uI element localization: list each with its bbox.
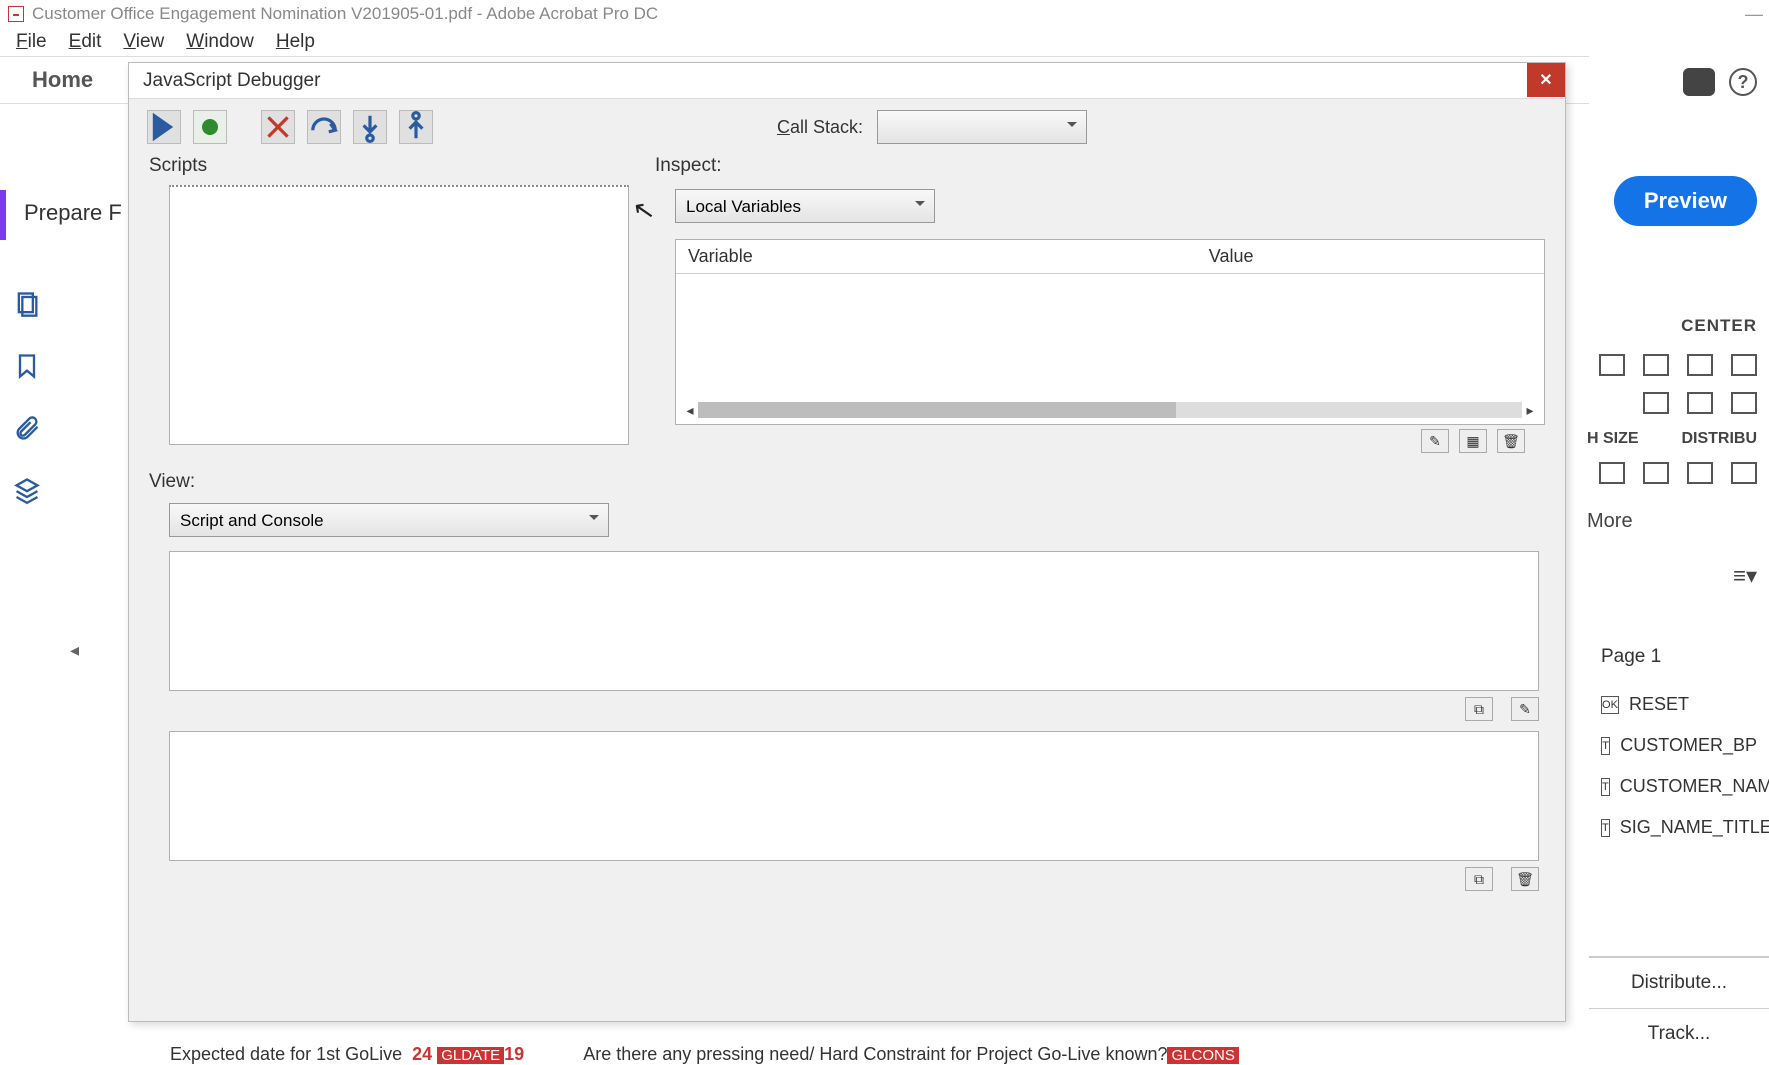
size-icon-2[interactable]: [1643, 462, 1669, 484]
pages-icon[interactable]: [13, 290, 41, 318]
window-controls: —: [1745, 4, 1763, 25]
field-item-sig-name[interactable]: TSIG_NAME_TITLE: [1601, 807, 1757, 848]
align-icon-5[interactable]: [1643, 392, 1669, 414]
bookmark-icon[interactable]: [13, 352, 41, 380]
active-tool-indicator: [0, 190, 6, 240]
field-type-icon: T: [1601, 737, 1610, 755]
scripts-tree[interactable]: [169, 185, 629, 445]
step-out-icon[interactable]: [399, 110, 433, 144]
menubar: File Edit View Window Help: [0, 28, 1769, 56]
minimize-button[interactable]: —: [1745, 4, 1763, 25]
size-icon-1[interactable]: [1599, 462, 1625, 484]
menu-file[interactable]: File: [6, 29, 57, 55]
table-hscrollbar[interactable]: ◂ ▸: [682, 400, 1538, 420]
inspect-label: Inspect:: [655, 155, 1545, 177]
close-button[interactable]: ✕: [1527, 63, 1565, 97]
sort-icon[interactable]: ≡▾: [1587, 563, 1757, 589]
align-panel: CENTER H SIZE DISTRIBU More ≡▾: [1587, 316, 1757, 589]
track-button[interactable]: Track...: [1589, 1008, 1769, 1059]
copy-output-icon[interactable]: ⧉: [1465, 697, 1493, 721]
copy-console-icon[interactable]: ⧉: [1465, 867, 1493, 891]
field-type-icon: T: [1601, 819, 1610, 837]
clear-console-icon[interactable]: 🗑: [1511, 867, 1539, 891]
center-label: CENTER: [1587, 316, 1757, 336]
help-icon[interactable]: ?: [1729, 68, 1757, 96]
field-type-icon: T: [1601, 778, 1610, 796]
view-label: View:: [149, 471, 1545, 493]
align-icon-1[interactable]: [1599, 354, 1625, 376]
call-stack-dropdown[interactable]: [877, 110, 1087, 144]
collapse-left-icon[interactable]: ◂: [70, 640, 79, 661]
inspect-scope-dropdown[interactable]: Local Variables: [675, 189, 935, 223]
fields-page-header: Page 1: [1601, 646, 1757, 668]
size-icon-4[interactable]: [1731, 462, 1757, 484]
value-column-header: Value: [1197, 246, 1266, 267]
variable-column-header: Variable: [676, 246, 1197, 267]
dialog-title: JavaScript Debugger: [129, 63, 1565, 99]
field-item-reset[interactable]: OKRESET: [1601, 684, 1757, 725]
window-title: Customer Office Engagement Nomination V2…: [32, 4, 658, 24]
menu-window[interactable]: Window: [176, 29, 264, 55]
stop-icon[interactable]: [261, 110, 295, 144]
more-link[interactable]: More: [1587, 510, 1757, 533]
debugger-toolbar: Call Stack:: [129, 99, 1565, 155]
new-variable-icon[interactable]: ▦: [1459, 429, 1487, 453]
field-item-customer-bp[interactable]: TCUSTOMER_BP: [1601, 725, 1757, 766]
home-tab[interactable]: Home: [14, 59, 111, 101]
menu-view[interactable]: View: [113, 29, 174, 55]
scripts-label: Scripts: [149, 155, 629, 177]
layers-icon[interactable]: [13, 476, 41, 504]
field-item-customer-name[interactable]: TCUSTOMER_NAME: [1601, 766, 1757, 807]
resume-icon[interactable]: [147, 110, 181, 144]
field-type-icon: OK: [1601, 696, 1619, 714]
hsize-label: H SIZE: [1587, 430, 1639, 448]
attachment-icon[interactable]: [13, 414, 41, 442]
right-bottom-buttons: Distribute... Track...: [1589, 956, 1769, 1059]
menu-help[interactable]: Help: [266, 29, 325, 55]
menu-edit[interactable]: Edit: [59, 29, 112, 55]
app-icon: [8, 6, 24, 22]
edit-variable-icon[interactable]: ✎: [1421, 429, 1449, 453]
size-icon-3[interactable]: [1687, 462, 1713, 484]
javascript-debugger-dialog: JavaScript Debugger ✕ Call Stack: ↖ Scri…: [128, 62, 1566, 1022]
delete-variable-icon[interactable]: 🗑: [1497, 429, 1525, 453]
prepare-form-label[interactable]: Prepare F: [24, 200, 122, 226]
variables-table[interactable]: Variable Value ◂ ▸: [675, 239, 1545, 425]
step-over-icon[interactable]: [307, 110, 341, 144]
call-stack-label: Call Stack:: [777, 117, 863, 138]
distribute-button[interactable]: Distribute...: [1589, 957, 1769, 1008]
preview-button[interactable]: Preview: [1614, 176, 1757, 226]
document-peek: Expected date for 1st GoLive 24 GLDATE19…: [170, 1044, 1239, 1065]
breakpoint-icon[interactable]: [193, 110, 227, 144]
edit-output-icon[interactable]: ✎: [1511, 697, 1539, 721]
align-icon-6[interactable]: [1687, 392, 1713, 414]
script-output-box[interactable]: [169, 551, 1539, 691]
distribu-label: DISTRIBU: [1681, 430, 1757, 448]
comments-icon[interactable]: [1683, 68, 1715, 96]
align-icon-2[interactable]: [1643, 354, 1669, 376]
align-icon-4[interactable]: [1731, 354, 1757, 376]
right-panel: ? Preview CENTER H SIZE DISTRIBU More ≡▾: [1589, 56, 1769, 1059]
align-icon-7[interactable]: [1731, 392, 1757, 414]
fields-panel: Page 1 OKRESET TCUSTOMER_BP TCUSTOMER_NA…: [1589, 636, 1769, 858]
view-mode-dropdown[interactable]: Script and Console: [169, 503, 609, 537]
left-sidebar: [0, 260, 54, 504]
console-input-box[interactable]: [169, 731, 1539, 861]
align-icon-3[interactable]: [1687, 354, 1713, 376]
titlebar: Customer Office Engagement Nomination V2…: [0, 0, 1769, 28]
step-into-icon[interactable]: [353, 110, 387, 144]
